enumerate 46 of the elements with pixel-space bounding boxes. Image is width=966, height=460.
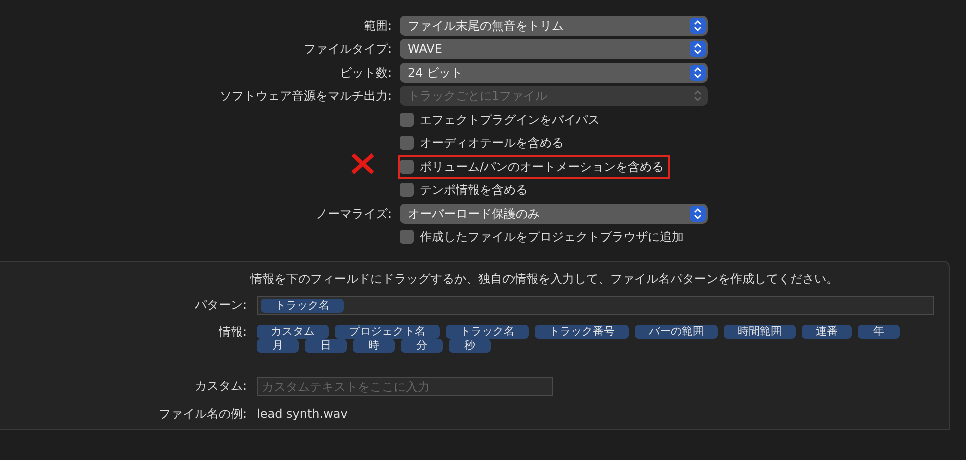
token-chip[interactable]: カスタム [257, 325, 329, 339]
field-label: パターン: [194, 298, 247, 312]
checkbox[interactable] [400, 230, 414, 244]
token-chip[interactable]: 時 [353, 339, 395, 353]
instruction-text: 情報を下のフィールドにドラッグするか、独自の情報を入力して、ファイル名パターンを作成してください。 [249, 271, 840, 288]
token-chip[interactable]: 連番 [802, 325, 852, 339]
pattern-field[interactable]: トラック名 [257, 296, 934, 315]
checkbox[interactable] [400, 136, 414, 150]
token-chip[interactable]: トラック名 [261, 298, 344, 312]
token-chip[interactable]: 分 [401, 339, 443, 353]
field-label: ビット数: [340, 66, 392, 80]
token-chip[interactable]: バーの範囲 [635, 325, 718, 339]
checkbox-label: オーディオテールを含める [420, 135, 564, 152]
checkbox-label: エフェクトプラグインをバイパス [420, 112, 600, 129]
field-label: ノーマライズ: [316, 206, 392, 221]
field-label: ファイル名の例: [158, 407, 247, 421]
dropdown[interactable]: 24 ビット [400, 62, 708, 83]
dropdown[interactable]: オーバーロード保護のみ [400, 204, 708, 224]
cross-icon [350, 152, 376, 175]
stepper-icon [690, 206, 706, 222]
checkbox[interactable] [400, 160, 414, 174]
example-value: lead synth.wav [257, 406, 348, 423]
token-chip[interactable]: 日 [305, 339, 347, 353]
checkbox-label: テンポ情報を含める [420, 182, 528, 200]
field-label: 範囲: [364, 18, 392, 33]
token-chip[interactable]: プロジェクト名 [335, 325, 440, 339]
custom-text-field[interactable]: カスタムテキストをここに入力 [257, 377, 553, 396]
field-label: カスタム: [194, 379, 247, 393]
field-label: 情報: [218, 325, 247, 339]
stepper-icon [690, 18, 706, 34]
checkbox-label: 作成したファイルをプロジェクトブラウザに追加 [420, 229, 684, 246]
token-chip[interactable]: 秒 [449, 339, 491, 353]
field-label: ファイルタイプ: [304, 42, 392, 56]
dropdown[interactable]: ファイル末尾の無音をトリム [400, 16, 708, 36]
checkbox-label: ボリューム/パンのオートメーションを含める [420, 158, 664, 176]
checkbox[interactable] [400, 183, 414, 198]
dropdown[interactable]: WAVE [400, 39, 708, 60]
token-chip[interactable]: 月 [257, 339, 299, 353]
token-chip[interactable]: トラック番号 [535, 325, 629, 339]
stepper-icon [690, 64, 706, 81]
stepper-icon [690, 41, 706, 58]
token-chip[interactable]: 時間範囲 [724, 325, 796, 339]
token-chip[interactable]: トラック名 [446, 325, 529, 339]
checkbox[interactable] [400, 112, 414, 127]
token-chip[interactable]: 年 [858, 325, 900, 339]
field-label: ソフトウェア音源をマルチ出力: [220, 89, 392, 104]
